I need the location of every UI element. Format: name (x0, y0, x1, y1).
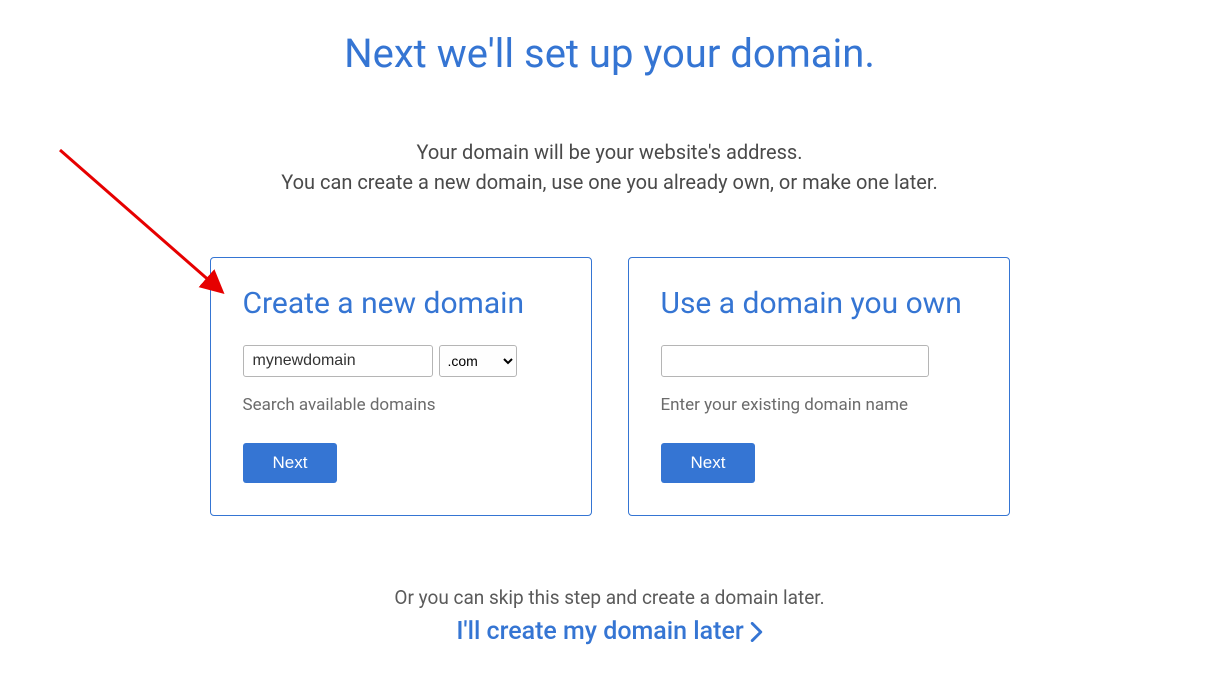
description-line-1: Your domain will be your website's addre… (0, 137, 1219, 167)
own-domain-helper: Enter your existing domain name (661, 395, 977, 415)
page-description: Your domain will be your website's addre… (0, 137, 1219, 197)
page-title: Next we'll set up your domain. (0, 30, 1219, 77)
own-domain-title: Use a domain you own (661, 286, 977, 321)
cards-row: Create a new domain .com Search availabl… (0, 257, 1219, 516)
skip-section: Or you can skip this step and create a d… (0, 586, 1219, 646)
create-domain-next-button[interactable]: Next (243, 443, 338, 483)
skip-link[interactable]: I'll create my domain later (456, 617, 762, 646)
own-domain-next-button[interactable]: Next (661, 443, 756, 483)
create-domain-input-row: .com (243, 345, 559, 377)
existing-domain-input[interactable] (661, 345, 929, 377)
own-domain-card: Use a domain you own Enter your existing… (628, 257, 1010, 516)
skip-link-label: I'll create my domain later (456, 617, 743, 646)
skip-text: Or you can skip this step and create a d… (0, 586, 1219, 609)
own-domain-input-row (661, 345, 977, 377)
chevron-right-icon (750, 617, 763, 646)
create-domain-title: Create a new domain (243, 286, 559, 321)
create-domain-helper: Search available domains (243, 395, 559, 415)
tld-select[interactable]: .com (439, 345, 517, 377)
description-line-2: You can create a new domain, use one you… (0, 167, 1219, 197)
new-domain-input[interactable] (243, 345, 433, 377)
create-domain-card: Create a new domain .com Search availabl… (210, 257, 592, 516)
